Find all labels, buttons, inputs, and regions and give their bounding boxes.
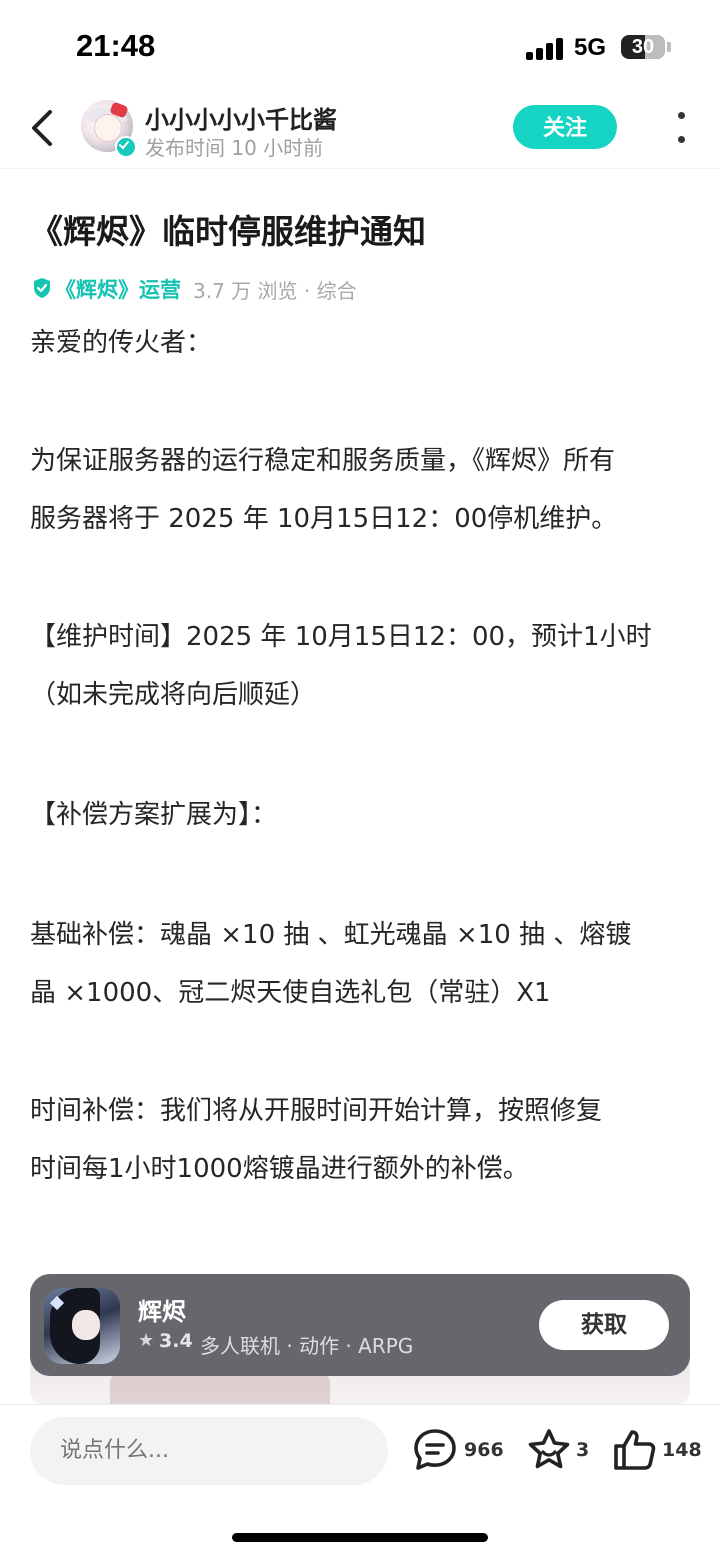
comment-button[interactable]: 966 — [412, 1427, 504, 1475]
favorite-count: 3 — [576, 1439, 590, 1461]
game-card[interactable]: 辉烬 ★ 3.4 多人联机 · 动作 · ARPG 获取 — [30, 1274, 690, 1376]
more-button[interactable] — [670, 108, 694, 148]
bottom-action-bar: 966 3 148 — [0, 1404, 720, 1558]
battery-percent: 30 — [631, 36, 655, 58]
status-bar: 21:48 5G 30 — [0, 0, 720, 90]
home-indicator[interactable] — [232, 1533, 488, 1542]
paragraph: 【维护时间】2025 年 10月15日12：00，预计1小时 — [30, 622, 652, 652]
thumbs-up-icon — [614, 1430, 656, 1470]
view-stats: 3.7 万 浏览 · 综合 — [193, 279, 357, 303]
battery-icon: 30 — [621, 35, 665, 59]
back-button[interactable] — [26, 106, 62, 150]
star-outline-icon — [528, 1429, 570, 1469]
comment-icon — [414, 1429, 456, 1470]
official-author-link[interactable]: 《辉烬》运营 — [55, 274, 181, 304]
paragraph: 亲爱的传火者： — [30, 328, 213, 358]
post-page: 21:48 5G 30 小小小小小千比酱 发布时间 10 小时前 关注 《辉烬》… — [0, 0, 720, 1558]
like-button[interactable]: 148 — [612, 1427, 702, 1475]
game-tags: 多人联机 · 动作 · ARPG — [200, 1334, 414, 1358]
like-count: 148 — [662, 1439, 702, 1461]
paragraph: 服务器将于 2025 年 10月15日12：00停机维护。 — [30, 504, 618, 534]
get-game-button[interactable]: 获取 — [539, 1300, 669, 1350]
game-icon — [44, 1288, 120, 1364]
signal-icon — [526, 38, 566, 60]
back-icon — [32, 110, 52, 146]
comment-count: 966 — [464, 1439, 504, 1461]
article-title: 《辉烬》临时停服维护通知 — [30, 212, 426, 251]
status-time: 21:48 — [76, 28, 156, 63]
paragraph: （如未完成将向后顺延） — [30, 680, 317, 710]
star-icon: ★ — [138, 1330, 155, 1351]
paragraph: 【补偿方案扩展为】： — [30, 800, 278, 830]
paragraph: 为保证服务器的运行稳定和服务质量，《辉烬》所有 — [30, 446, 616, 476]
author-name[interactable]: 小小小小小千比酱 — [145, 100, 337, 135]
verified-icon — [115, 136, 137, 158]
follow-button[interactable]: 关注 — [513, 105, 617, 149]
more-icon — [678, 112, 685, 119]
battery-cap — [667, 42, 671, 52]
network-label: 5G — [574, 34, 607, 61]
shield-check-icon — [34, 278, 50, 298]
paragraph: 基础补偿：魂晶 ×10 抽 、虹光魂晶 ×10 抽 、熔镀 — [30, 920, 632, 950]
paragraph: 时间补偿：我们将从开服时间开始计算，按照修复 — [30, 1096, 603, 1126]
post-time: 发布时间 10 小时前 — [145, 136, 324, 160]
game-rating: 3.4 — [159, 1330, 193, 1352]
comment-input[interactable] — [30, 1417, 388, 1485]
post-header: 小小小小小千比酱 发布时间 10 小时前 关注 — [0, 90, 720, 169]
favorite-button[interactable]: 3 — [526, 1427, 592, 1475]
game-name: 辉烬 — [138, 1298, 186, 1326]
paragraph: 时间每1小时1000熔镀晶进行额外的补偿。 — [30, 1154, 529, 1184]
paragraph: 晶 ×1000、冠二烬天使自选礼包（常驻）X1 — [30, 978, 551, 1008]
